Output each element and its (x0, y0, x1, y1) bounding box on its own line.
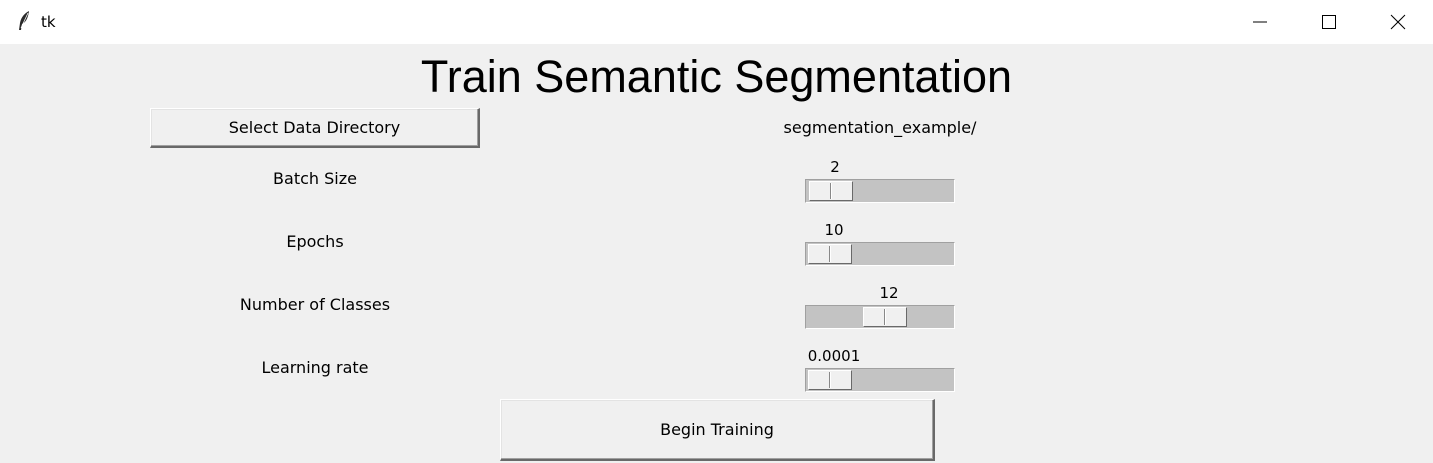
batch-size-thumb[interactable] (809, 181, 853, 201)
epochs-slider[interactable]: 10 (805, 221, 955, 266)
epochs-thumb[interactable] (808, 244, 852, 264)
window-title: tk (41, 13, 56, 31)
epochs-label: Epochs (286, 232, 344, 251)
learning-rate-label: Learning rate (261, 358, 369, 377)
number-of-classes-thumb[interactable] (863, 307, 907, 327)
batch-size-label: Batch Size (273, 169, 357, 188)
feather-icon (16, 10, 32, 32)
close-button[interactable] (1363, 0, 1433, 44)
learning-rate-value: 0.0001 (807, 347, 861, 365)
batch-size-value: 2 (830, 158, 840, 176)
batch-size-slider[interactable]: 2 (805, 158, 955, 203)
number-of-classes-slider[interactable]: 12 (805, 284, 955, 329)
number-of-classes-trough[interactable] (805, 305, 955, 329)
number-of-classes-label: Number of Classes (239, 295, 391, 314)
number-of-classes-value: 12 (879, 284, 899, 302)
maximize-icon (1322, 15, 1336, 29)
minimize-button[interactable] (1225, 0, 1295, 44)
begin-training-button[interactable]: Begin Training (500, 399, 935, 461)
data-directory-label: segmentation_example/ (783, 118, 977, 137)
epochs-value: 10 (824, 221, 844, 239)
minimize-icon (1253, 21, 1267, 23)
title-bar: tk (0, 0, 1433, 44)
close-icon (1390, 14, 1406, 30)
app-window: tk Train Semantic Segmentation Select Da… (0, 0, 1433, 463)
select-data-directory-button[interactable]: Select Data Directory (150, 108, 480, 148)
maximize-button[interactable] (1294, 0, 1364, 44)
learning-rate-slider[interactable]: 0.0001 (805, 347, 955, 392)
batch-size-trough[interactable] (805, 179, 955, 203)
learning-rate-thumb[interactable] (808, 370, 852, 390)
page-title: Train Semantic Segmentation (420, 51, 1013, 102)
learning-rate-trough[interactable] (805, 368, 955, 392)
epochs-trough[interactable] (805, 242, 955, 266)
